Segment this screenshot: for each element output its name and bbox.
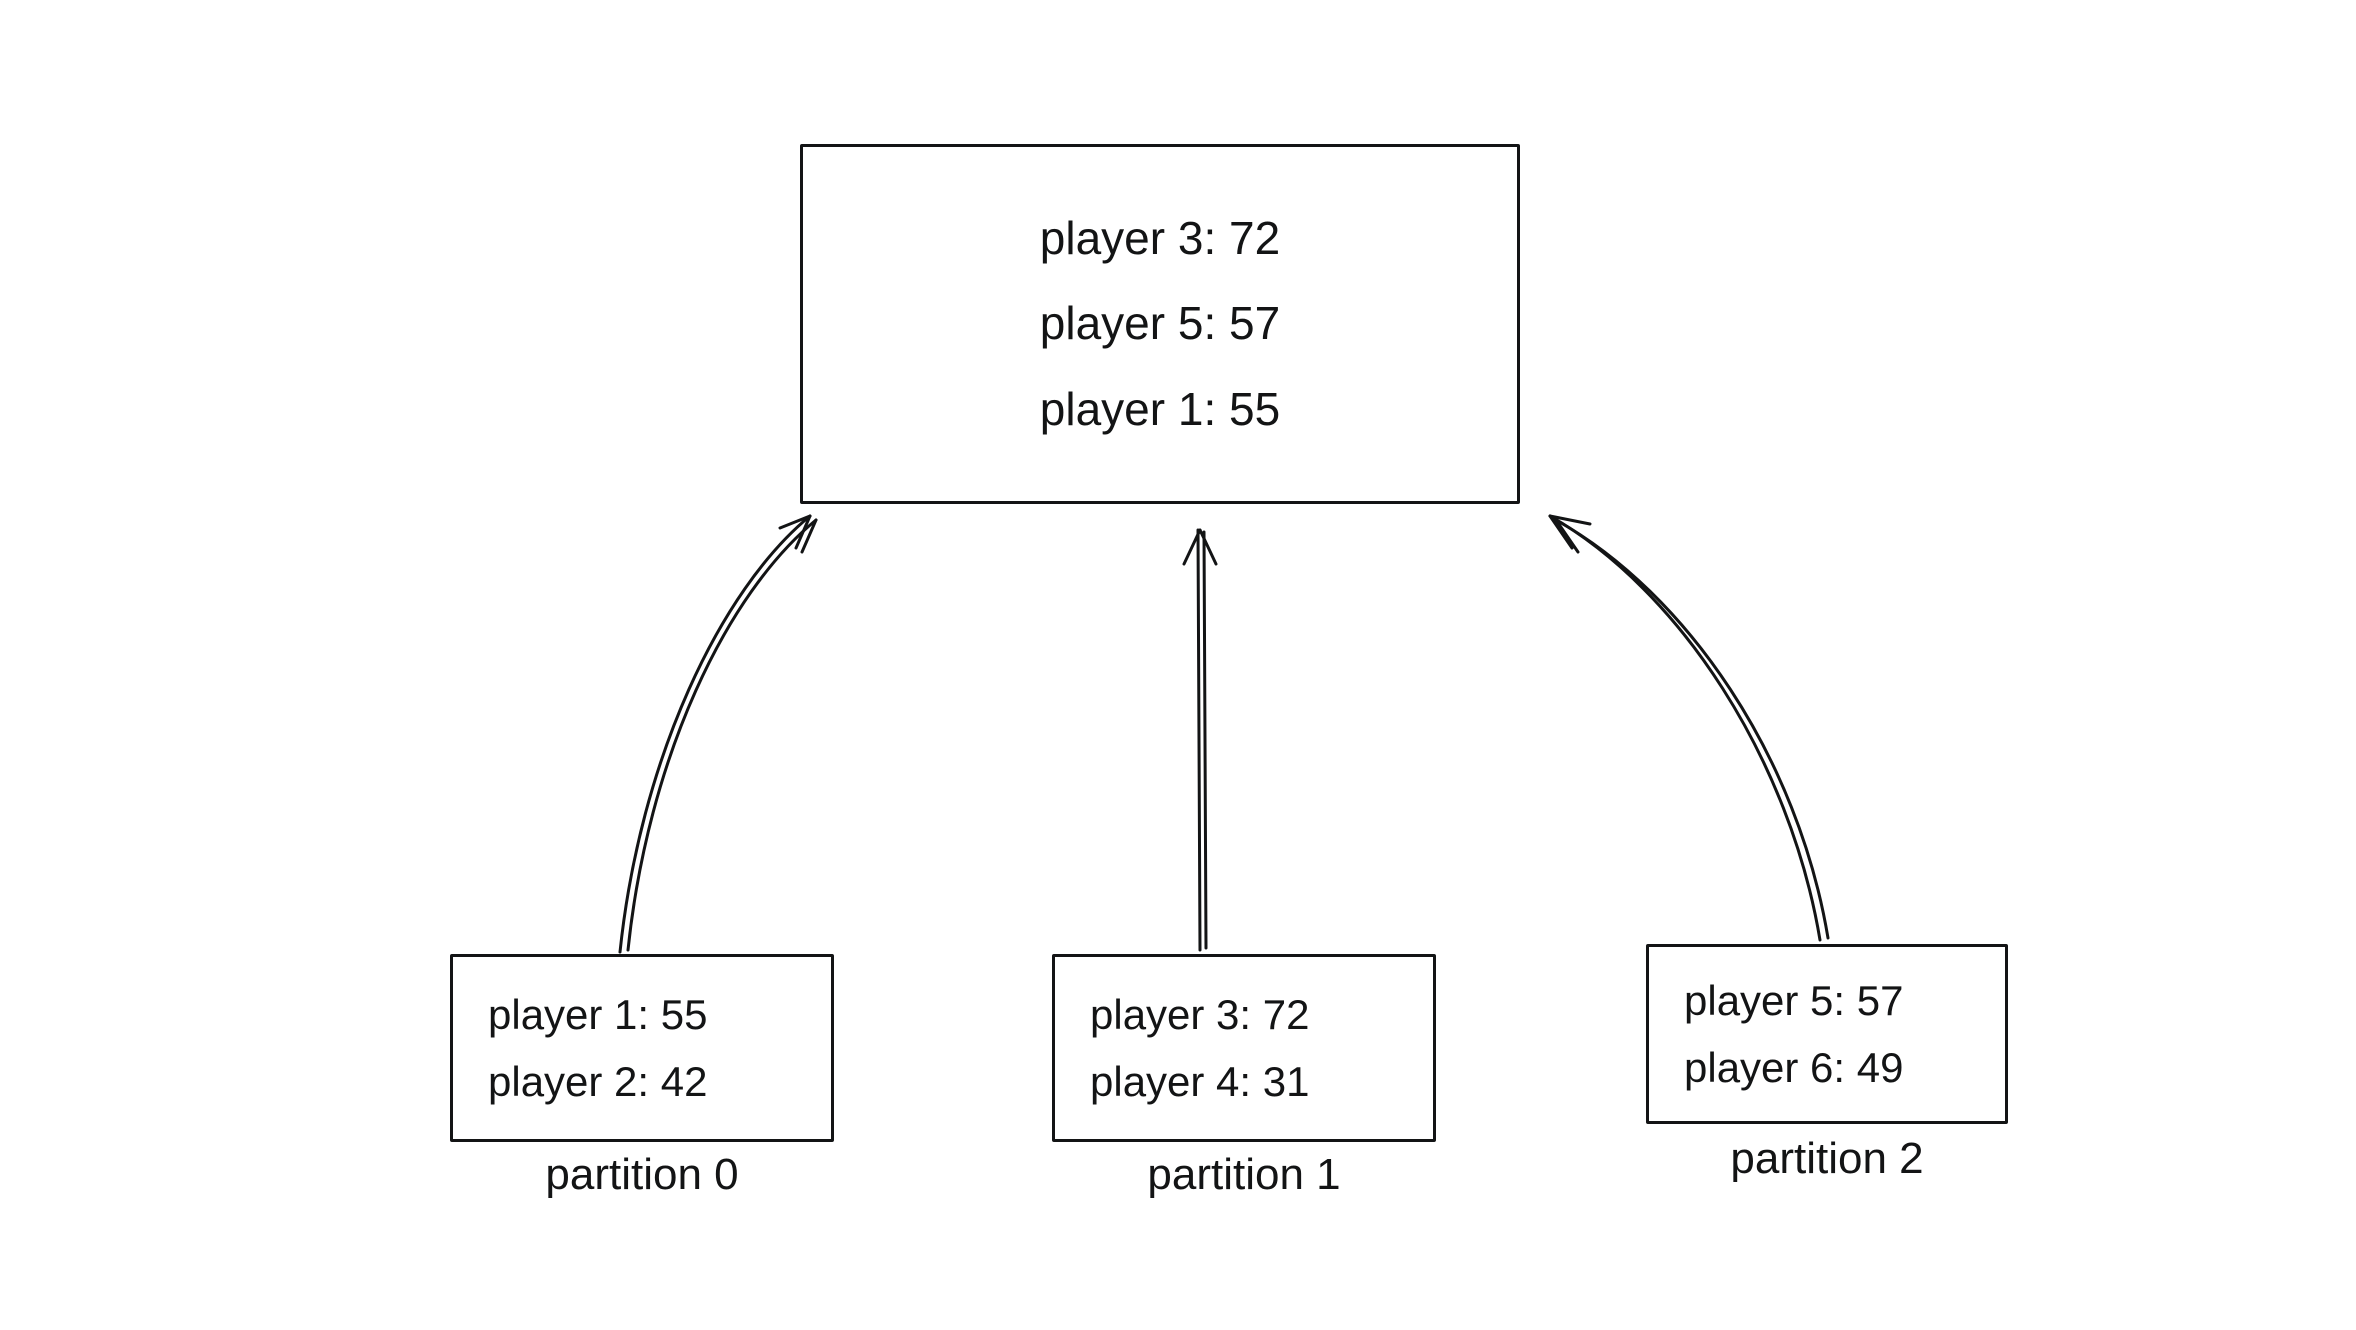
arrow-partition-0: [620, 516, 816, 952]
partition-2-box: player 5: 57 player 6: 49: [1646, 944, 2008, 1124]
partition-row: player 2: 42: [488, 1048, 796, 1115]
partition-row: player 5: 57: [1684, 967, 1970, 1034]
arrow-partition-2: [1550, 516, 1828, 940]
aggregator-row: player 1: 55: [838, 367, 1482, 452]
partition-1-label: partition 1: [1052, 1150, 1436, 1200]
partition-0-box: player 1: 55 player 2: 42: [450, 954, 834, 1142]
aggregator-box: player 3: 72 player 5: 57 player 1: 55: [800, 144, 1520, 504]
arrow-partition-1: [1184, 530, 1216, 950]
diagram-canvas: player 3: 72 player 5: 57 player 1: 55 p…: [0, 0, 2356, 1330]
partition-row: player 1: 55: [488, 981, 796, 1048]
partition-2-label: partition 2: [1646, 1134, 2008, 1184]
partition-row: player 3: 72: [1090, 981, 1398, 1048]
partition-row: player 4: 31: [1090, 1048, 1398, 1115]
partition-1-box: player 3: 72 player 4: 31: [1052, 954, 1436, 1142]
aggregator-row: player 5: 57: [838, 281, 1482, 366]
partition-0-label: partition 0: [450, 1150, 834, 1200]
aggregator-row: player 3: 72: [838, 196, 1482, 281]
partition-row: player 6: 49: [1684, 1034, 1970, 1101]
